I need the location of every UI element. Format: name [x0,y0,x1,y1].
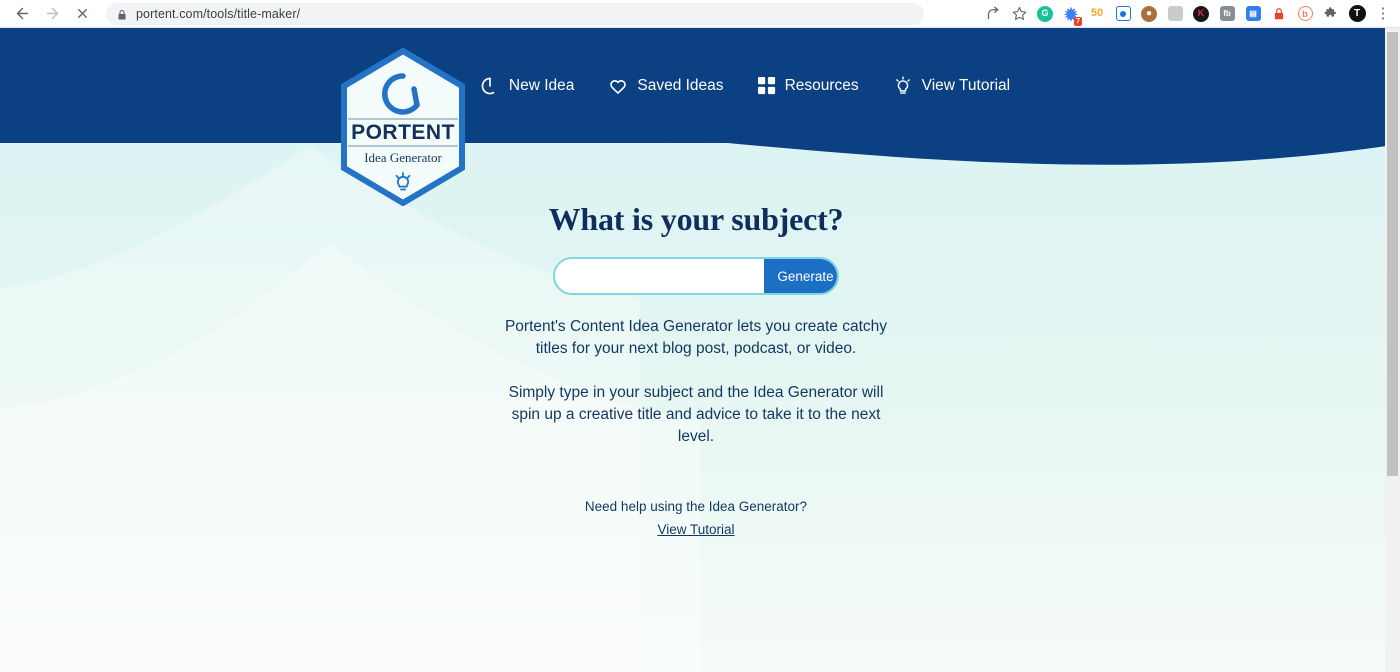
star-icon[interactable] [1006,1,1032,27]
url-text: portent.com/tools/title-maker/ [136,6,301,21]
search-row: Generate Idea [0,257,1392,295]
extensions-puzzle-icon[interactable] [1318,1,1344,27]
extension-icon-3[interactable] [1110,1,1136,27]
extension-icon-1[interactable]: 7 [1058,1,1084,27]
extension-badge-count: 7 [1074,16,1082,26]
extension-icon-0[interactable]: G [1032,1,1058,27]
intro-paragraph-2: Simply type in your subject and the Idea… [508,384,884,445]
extension-icon-7[interactable]: fb [1214,1,1240,27]
extension-icon-2[interactable]: 50 [1084,1,1110,27]
generate-idea-button[interactable]: Generate Idea [764,259,837,293]
subject-input[interactable] [555,259,764,293]
main-content: What is your subject? Generate Idea Port… [0,28,1392,541]
lock-icon [116,8,128,20]
forward-button[interactable] [38,2,66,26]
scrollbar-thumb[interactable] [1387,32,1398,476]
extension-icon-10[interactable]: b [1292,1,1318,27]
extension-icon-8[interactable]: ▤ [1240,1,1266,27]
extension-icon-4[interactable]: ● [1136,1,1162,27]
profile-avatar[interactable]: T [1344,1,1370,27]
page-viewport: New Idea Saved Ideas Resources View Tuto… [0,28,1400,672]
subject-search-box: Generate Idea [553,257,839,295]
page-scrollbar[interactable] [1385,28,1400,672]
browser-actions: G 7 50 ● K fb ▤ b T ⋮ [980,1,1400,27]
back-button[interactable] [8,2,36,26]
address-bar[interactable]: portent.com/tools/title-maker/ [106,2,924,25]
help-text: Need help using the Idea Generator? [584,499,808,514]
extension-icon-9[interactable] [1266,1,1292,27]
view-tutorial-link[interactable]: View Tutorial [657,522,734,537]
browser-toolbar: portent.com/tools/title-maker/ G 7 50 ● [0,0,1400,28]
stop-loading-button[interactable] [68,2,96,26]
help-section: Need help using the Idea Generator? View… [0,495,1392,541]
intro-paragraph-1: Portent's Content Idea Generator lets yo… [504,318,888,357]
browser-nav-buttons [0,2,96,26]
share-icon[interactable] [980,1,1006,27]
extension-icon-6[interactable]: K [1188,1,1214,27]
extension-icon-5[interactable] [1162,1,1188,27]
page-title: What is your subject? [548,201,844,237]
kebab-menu-icon[interactable]: ⋮ [1370,1,1396,27]
